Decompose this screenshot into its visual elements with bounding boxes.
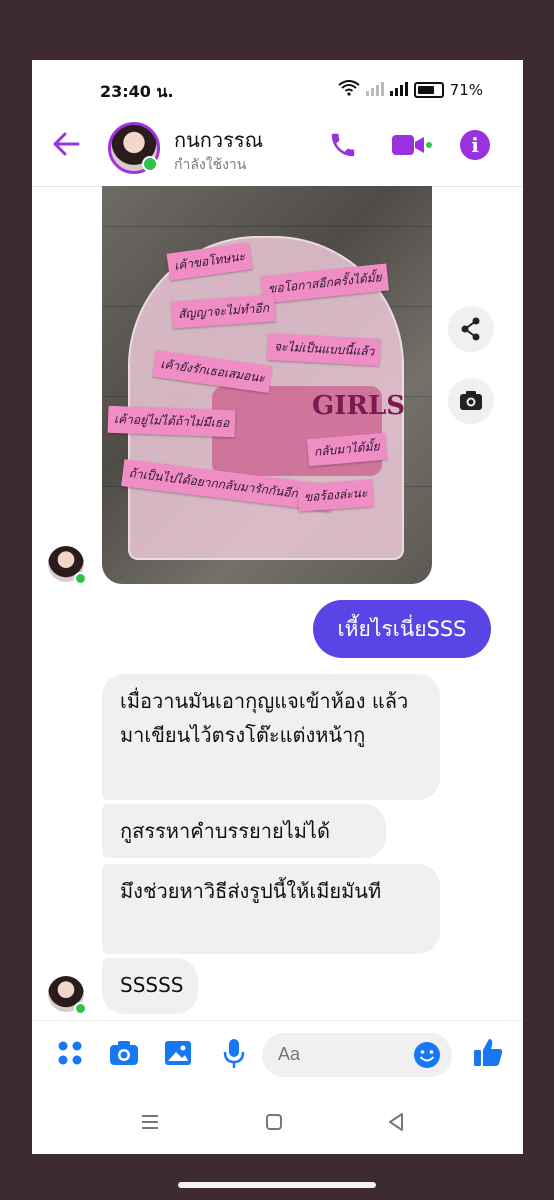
camera-save-button[interactable] bbox=[448, 378, 494, 424]
online-indicator bbox=[74, 1002, 87, 1015]
online-indicator bbox=[142, 156, 158, 172]
gallery-icon[interactable] bbox=[160, 1035, 196, 1071]
signal-icon bbox=[389, 80, 408, 100]
contact-name[interactable]: กนกวรรณ bbox=[174, 124, 263, 156]
status-time: 23:40 น. bbox=[100, 82, 174, 101]
gesture-home-bar[interactable] bbox=[178, 1182, 376, 1188]
message-bubble-incoming[interactable]: SSSSS bbox=[102, 958, 198, 1014]
recent-apps-icon[interactable] bbox=[138, 1110, 162, 1134]
contact-status: กำลังใช้งาน bbox=[174, 157, 247, 173]
back-arrow-icon[interactable] bbox=[52, 130, 80, 164]
camera-icon[interactable] bbox=[106, 1035, 142, 1071]
messenger-screen: 23:40 น. 71% กนกวรรณ กำลังใช้งาน i GIRLS… bbox=[32, 60, 523, 1154]
message-bubble-incoming[interactable]: กูสรรหาคำบรรยายไม่ได้ bbox=[102, 804, 386, 858]
message-input-field[interactable] bbox=[262, 1033, 452, 1077]
holder-text: GIRLS bbox=[312, 391, 406, 421]
message-bubble-outgoing[interactable]: เหี้ยไรเนี่ยSSS bbox=[313, 600, 491, 658]
emoji-icon[interactable] bbox=[412, 1040, 442, 1074]
home-icon[interactable] bbox=[262, 1110, 286, 1134]
phone-call-icon[interactable] bbox=[328, 130, 358, 160]
thumbs-up-icon[interactable] bbox=[470, 1035, 506, 1071]
message-composer bbox=[32, 1020, 523, 1087]
sticky-note: ขอร้องล่ะนะ bbox=[297, 479, 375, 512]
battery-percent: 71% bbox=[449, 81, 483, 99]
video-call-icon[interactable] bbox=[392, 132, 432, 158]
sticky-note: จะไม่เป็นแบบนี้แล้ว bbox=[267, 333, 381, 366]
info-icon[interactable]: i bbox=[460, 130, 490, 160]
signal-weak-icon bbox=[365, 80, 384, 100]
message-bubble-incoming[interactable]: เมื่อวานมันเอากุญแจเข้าห้อง แล้วมาเขียนไ… bbox=[102, 674, 440, 800]
status-icons: 71% bbox=[338, 80, 483, 100]
message-input[interactable] bbox=[276, 1043, 400, 1066]
wifi-icon bbox=[338, 80, 360, 100]
status-bar: 23:40 น. 71% bbox=[32, 60, 523, 114]
chat-header: กนกวรรณ กำลังใช้งาน i bbox=[32, 114, 523, 187]
message-bubble-incoming[interactable]: มึงช่วยหาวิธีส่งรูปนี้ให้เมียมันที bbox=[102, 864, 440, 954]
share-button[interactable] bbox=[448, 306, 494, 352]
microphone-icon[interactable] bbox=[216, 1035, 252, 1071]
back-nav-icon[interactable] bbox=[384, 1110, 408, 1134]
shared-photo[interactable]: GIRLS เค้าขอโทษนะ ขอโอกาสอีกครั้งได้มั้ย… bbox=[102, 186, 432, 584]
battery-icon bbox=[413, 82, 444, 98]
online-indicator bbox=[74, 572, 87, 585]
sticky-note: เค้าอยู่ไม่ได้ถ้าไม่มีเธอ bbox=[107, 405, 236, 438]
apps-grid-icon[interactable] bbox=[52, 1035, 88, 1071]
android-nav-bar bbox=[32, 1090, 523, 1154]
